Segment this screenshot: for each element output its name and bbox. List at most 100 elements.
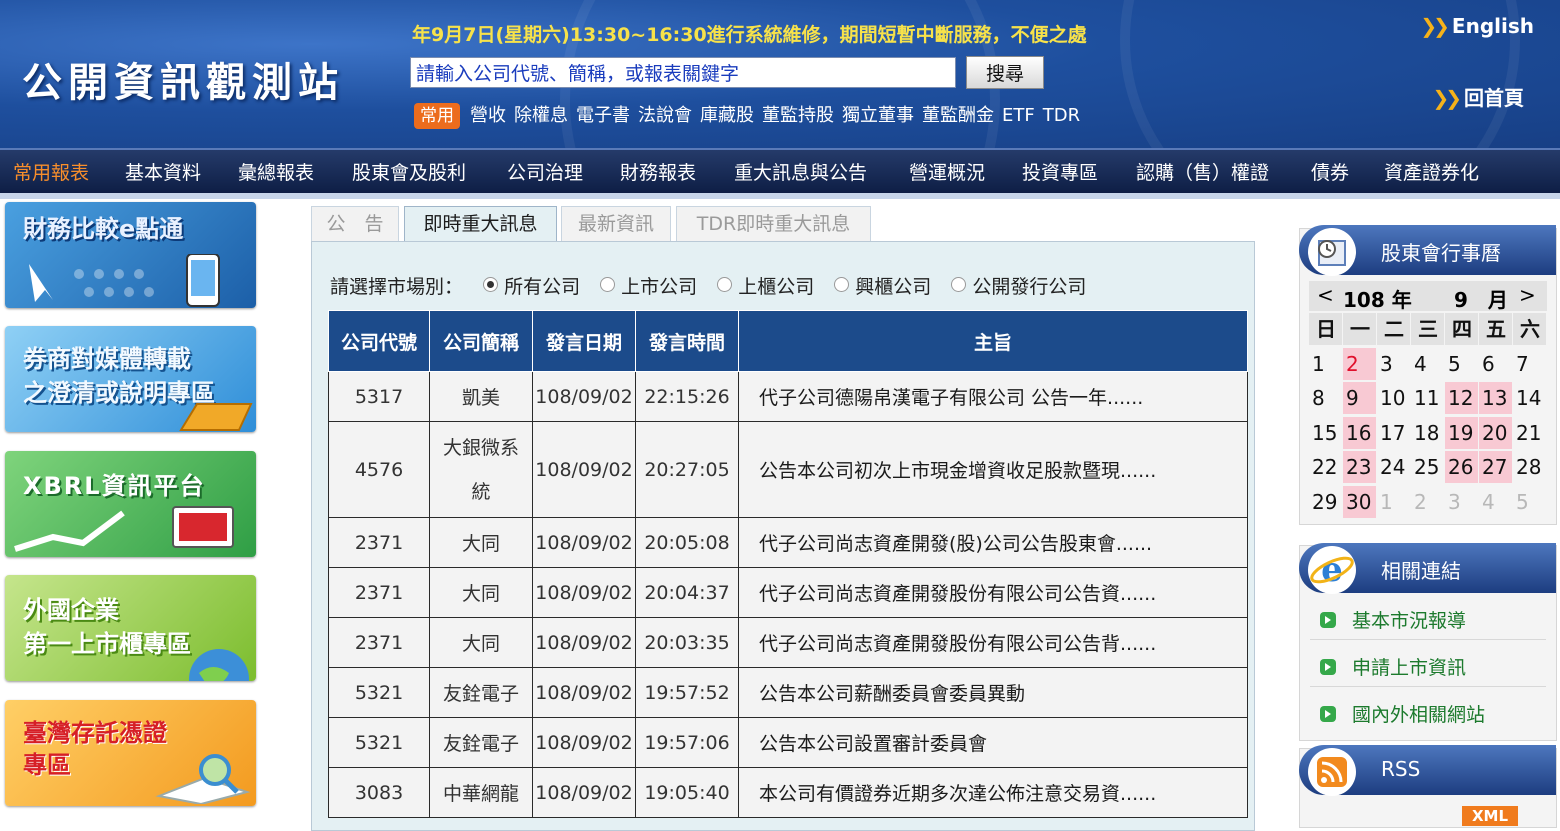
table-row[interactable]: 5321 友銓電子 108/09/02 19:57:06 公告本公司設置審計委員會 bbox=[328, 717, 1248, 768]
market-option-listed[interactable]: 上市公司 bbox=[600, 276, 697, 298]
nav-financial-reports[interactable]: 財務報表 bbox=[620, 158, 696, 185]
table-row[interactable]: 4576 大銀微系統 108/09/02 20:27:05 公告本公司初次上市現金增資收… bbox=[328, 421, 1248, 518]
market-option-public[interactable]: 公開發行公司 bbox=[951, 276, 1086, 298]
table-row[interactable]: 2371 大同 108/09/02 20:05:08 代子公司尚志資產開發(股)公司公告… bbox=[328, 517, 1248, 568]
calendar-day[interactable]: 11 bbox=[1411, 382, 1444, 414]
calendar-day[interactable]: 6 bbox=[1479, 348, 1512, 380]
market-option-emerging[interactable]: 興櫃公司 bbox=[834, 276, 931, 298]
calendar-day[interactable]: 4 bbox=[1411, 348, 1444, 380]
calendar-day[interactable]: 19 bbox=[1445, 416, 1478, 449]
calendar-day[interactable]: 9 bbox=[1343, 382, 1376, 414]
quick-link-etf[interactable]: ETF bbox=[1002, 105, 1035, 126]
xml-badge[interactable]: XML bbox=[1462, 806, 1518, 826]
calendar-day: 3 bbox=[1448, 489, 1461, 514]
nav-summary-reports[interactable]: 彙總報表 bbox=[238, 158, 314, 185]
calendar-day[interactable]: 8 bbox=[1309, 382, 1342, 414]
tab-realtime-material-info[interactable]: 即時重大訊息 bbox=[404, 206, 557, 243]
table-row[interactable]: 5321 友銓電子 108/09/02 19:57:52 公告本公司薪酬委員會委員異動 bbox=[328, 667, 1248, 718]
calendar-day[interactable]: 3 bbox=[1377, 348, 1410, 380]
calendar-next-button[interactable]: > bbox=[1519, 283, 1536, 307]
tab-tdr-realtime-info[interactable]: TDR即時重大訊息 bbox=[676, 206, 871, 241]
subject-cell[interactable]: 代子公司尚志資產開發股份有限公司公告資...... bbox=[738, 567, 1248, 618]
subject-cell[interactable]: 本公司有價證券近期多次達公佈注意交易資...... bbox=[738, 767, 1248, 818]
related-link-external-sites[interactable]: 國內外相關網站 bbox=[1320, 700, 1485, 727]
subject-cell[interactable]: 公告本公司初次上市現金增資收足股款暨現...... bbox=[738, 421, 1248, 518]
nav-investment[interactable]: 投資專區 bbox=[1022, 158, 1098, 185]
quick-link-independent-director[interactable]: 獨立董事 bbox=[842, 105, 914, 126]
market-option-otc[interactable]: 上櫃公司 bbox=[717, 276, 814, 298]
calendar-day[interactable]: 13 bbox=[1479, 382, 1512, 414]
main-nav: 常用報表 基本資料 彙總報表 股東會及股利 公司治理 財務報表 重大訊息與公告 … bbox=[0, 148, 1560, 193]
quick-link-director-remuneration[interactable]: 董監酬金 bbox=[922, 105, 994, 126]
calendar-day[interactable]: 15 bbox=[1309, 417, 1342, 449]
quick-link-treasury-stock[interactable]: 庫藏股 bbox=[700, 105, 754, 126]
table-row[interactable]: 3083 中華網龍 108/09/02 19:05:40 本公司有價證券近期多次達公佈注… bbox=[328, 767, 1248, 818]
quick-link-director-holdings[interactable]: 董監持股 bbox=[762, 105, 834, 126]
calendar-weekday-row: 日一二三四五六 bbox=[1309, 313, 1547, 348]
related-link-listing-info[interactable]: 申請上市資訊 bbox=[1320, 653, 1466, 680]
quick-link-dividend[interactable]: 除權息 bbox=[514, 105, 568, 126]
calendar-day[interactable]: 7 bbox=[1513, 348, 1546, 380]
search-input[interactable] bbox=[410, 57, 956, 88]
subject-cell[interactable]: 代子公司尚志資產開發股份有限公司公告背...... bbox=[738, 617, 1248, 668]
calendar-day[interactable]: 5 bbox=[1445, 348, 1478, 380]
table-row[interactable]: 2371 大同 108/09/02 20:04:37 代子公司尚志資產開發股份有限公司公… bbox=[328, 567, 1248, 618]
calendar-month-bar: < 108 年 9 月 > bbox=[1309, 281, 1547, 312]
calendar-day[interactable]: 17 bbox=[1377, 417, 1410, 449]
quick-link-ebook[interactable]: 電子書 bbox=[576, 105, 630, 126]
banner-xbrl-platform[interactable]: XBRL資訊平台 bbox=[5, 451, 256, 557]
nav-warrants[interactable]: 認購（售）權證 bbox=[1136, 158, 1269, 185]
calendar-prev-button[interactable]: < bbox=[1317, 283, 1334, 307]
nav-operations[interactable]: 營運概況 bbox=[909, 158, 985, 185]
calendar-day[interactable]: 20 bbox=[1479, 416, 1512, 449]
calendar-day[interactable]: 14 bbox=[1513, 382, 1546, 414]
calendar-day[interactable]: 21 bbox=[1513, 417, 1546, 449]
search-button[interactable]: 搜尋 bbox=[966, 56, 1044, 89]
nav-basic-info[interactable]: 基本資料 bbox=[125, 158, 201, 185]
calendar-day[interactable]: 23 bbox=[1343, 451, 1376, 483]
rss-header[interactable]: RSS bbox=[1299, 745, 1556, 796]
nav-shareholder-meetings[interactable]: 股東會及股利 bbox=[352, 158, 466, 185]
subject-cell[interactable]: 代子公司尚志資產開發(股)公司公告股東會...... bbox=[738, 517, 1248, 568]
calendar-day[interactable]: 29 bbox=[1309, 486, 1342, 518]
nav-securitization[interactable]: 資產證券化 bbox=[1384, 158, 1479, 185]
subject-cell[interactable]: 代子公司德陽帛漢電子有限公司 公告一年...... bbox=[738, 371, 1248, 422]
calendar-day[interactable]: 25 bbox=[1411, 451, 1444, 483]
subject-cell[interactable]: 公告本公司薪酬委員會委員異動 bbox=[738, 667, 1248, 718]
calendar-week-row: 15 16 17 18 19 20 21 bbox=[1309, 416, 1547, 452]
tab-latest-info[interactable]: 最新資訊 bbox=[561, 206, 671, 241]
home-link[interactable]: ❯❯ 回首頁 bbox=[1432, 82, 1524, 111]
nav-material-info[interactable]: 重大訊息與公告 bbox=[734, 158, 867, 185]
related-link-market-report[interactable]: 基本市況報導 bbox=[1320, 606, 1466, 633]
quick-link-revenue[interactable]: 營收 bbox=[470, 105, 506, 126]
calendar-day[interactable]: 10 bbox=[1377, 382, 1410, 414]
banner-tdr-zone[interactable]: 臺灣存託憑證 專區 bbox=[5, 700, 256, 806]
tab-announcements[interactable]: 公 告 bbox=[311, 206, 399, 241]
subject-cell[interactable]: 公告本公司設置審計委員會 bbox=[738, 717, 1248, 768]
quick-link-tdr[interactable]: TDR bbox=[1043, 105, 1080, 126]
market-option-all[interactable]: 所有公司 bbox=[483, 276, 580, 298]
quick-link-investor-conference[interactable]: 法說會 bbox=[638, 105, 692, 126]
calendar-day[interactable]: 16 bbox=[1343, 416, 1376, 449]
calendar-day[interactable]: 18 bbox=[1411, 417, 1444, 449]
table-row[interactable]: 5317 凱美 108/09/02 22:15:26 代子公司德陽帛漢電子有限公司 公告… bbox=[328, 371, 1248, 422]
calendar-day[interactable]: 24 bbox=[1377, 451, 1410, 483]
english-link[interactable]: ❯❯ English bbox=[1420, 14, 1534, 38]
calendar-day[interactable]: 12 bbox=[1445, 382, 1478, 414]
nav-common-reports[interactable]: 常用報表 bbox=[13, 158, 89, 185]
banner-financial-comparison[interactable]: 財務比較e點通 bbox=[5, 202, 256, 308]
calendar-day[interactable]: 1 bbox=[1309, 348, 1342, 380]
calendar-day[interactable]: 30 bbox=[1343, 485, 1376, 518]
nav-bonds[interactable]: 債券 bbox=[1311, 158, 1349, 185]
calendar-day[interactable]: 22 bbox=[1309, 451, 1342, 483]
calendar-day[interactable]: 28 bbox=[1513, 451, 1546, 483]
banner-broker-clarification[interactable]: 券商對媒體轉載 之澄清或說明專區 bbox=[5, 326, 256, 432]
calendar-day[interactable]: 2 bbox=[1343, 347, 1376, 380]
nav-corporate-governance[interactable]: 公司治理 bbox=[507, 158, 583, 185]
banner-foreign-enterprise[interactable]: 外國企業 第一上市櫃專區 bbox=[5, 575, 256, 681]
double-chevron-right-icon: ❯❯ bbox=[1432, 86, 1461, 110]
calendar-day[interactable]: 26 bbox=[1445, 451, 1478, 483]
table-row[interactable]: 2371 大同 108/09/02 20:03:35 代子公司尚志資產開發股份有限公司公… bbox=[328, 617, 1248, 668]
site-logo[interactable]: 公開資訊觀測站 bbox=[22, 50, 344, 108]
calendar-day[interactable]: 27 bbox=[1479, 451, 1512, 483]
